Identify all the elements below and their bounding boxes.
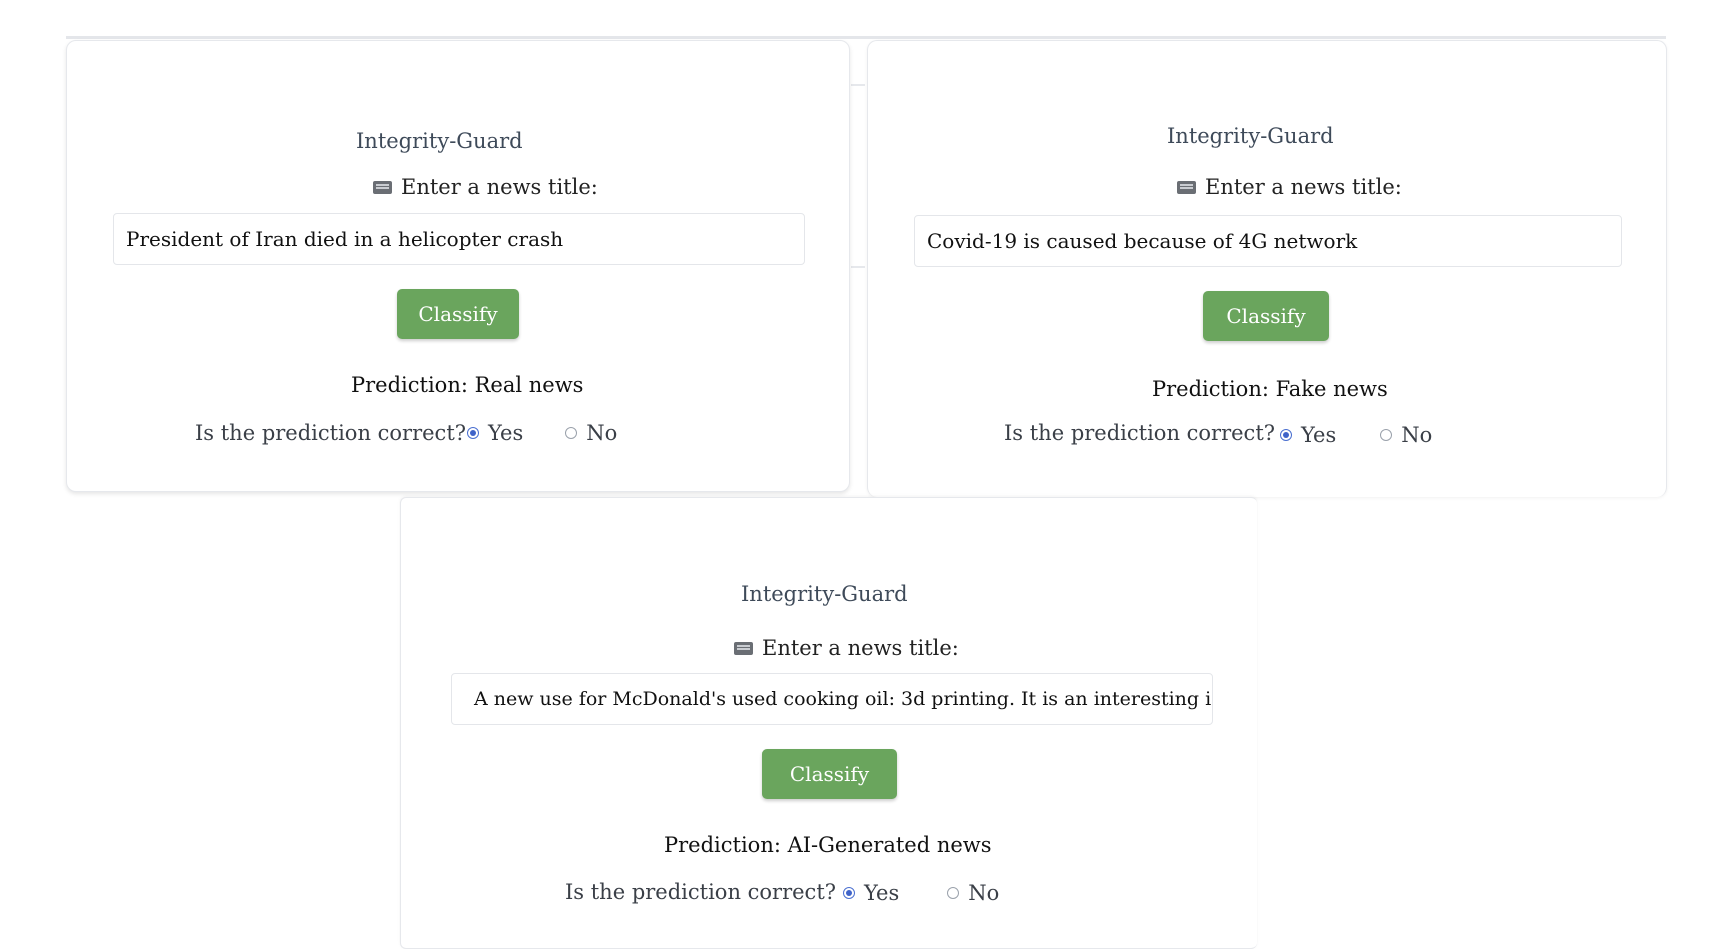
radio-yes-indicator[interactable] xyxy=(1280,429,1292,441)
radio-no-indicator[interactable] xyxy=(1380,429,1393,441)
radio-no-label: No xyxy=(586,421,618,445)
input-label: Enter a news title: xyxy=(734,636,959,660)
news-title-input[interactable]: President of Iran died in a helicopter c… xyxy=(113,213,805,265)
radio-no[interactable]: No xyxy=(1380,423,1432,447)
radio-no[interactable]: No xyxy=(947,881,999,905)
classify-button[interactable]: Classify xyxy=(762,749,897,799)
prediction-text: Prediction: Real news xyxy=(351,373,584,397)
keyboard-icon xyxy=(373,180,392,194)
prediction-text: Prediction: AI-Generated news xyxy=(664,833,992,857)
keyboard-icon xyxy=(1177,180,1196,194)
feedback-radio-group: Yes No xyxy=(843,881,999,905)
classifier-panel-real: Integrity-Guard Enter a news title: Pres… xyxy=(66,40,850,492)
news-title-input[interactable]: Covid-19 is caused because of 4G network xyxy=(914,215,1622,267)
input-label-text: Enter a news title: xyxy=(401,175,598,199)
panel-gap-divider xyxy=(851,84,865,268)
feedback-question: Is the prediction correct? xyxy=(565,880,837,904)
app-title: Integrity-Guard xyxy=(356,129,523,153)
prediction-text: Prediction: Fake news xyxy=(1152,377,1388,401)
radio-no-label: No xyxy=(1401,423,1433,447)
feedback-question: Is the prediction correct? xyxy=(195,421,467,445)
feedback-radio-group: Yes No xyxy=(1280,423,1432,447)
feedback-question: Is the prediction correct? xyxy=(1004,421,1276,445)
app-title: Integrity-Guard xyxy=(741,582,908,606)
radio-yes-indicator[interactable] xyxy=(467,427,479,439)
classify-button[interactable]: Classify xyxy=(397,289,519,339)
radio-yes[interactable]: Yes xyxy=(843,881,899,905)
input-label-text: Enter a news title: xyxy=(1205,175,1402,199)
top-divider xyxy=(66,36,1666,39)
feedback-radio-group: Yes No xyxy=(467,421,617,445)
radio-yes-label: Yes xyxy=(488,421,524,445)
radio-yes-label: Yes xyxy=(864,881,900,905)
radio-yes[interactable]: Yes xyxy=(467,421,523,445)
news-title-input[interactable]: A new use for McDonald's used cooking oi… xyxy=(451,673,1213,725)
radio-no-label: No xyxy=(968,881,1000,905)
classifier-panel-fake: Integrity-Guard Enter a news title: Covi… xyxy=(867,40,1667,497)
radio-yes-label: Yes xyxy=(1301,423,1337,447)
keyboard-icon xyxy=(734,641,753,655)
classifier-panel-ai: Integrity-Guard Enter a news title: A ne… xyxy=(400,497,1257,949)
radio-no-indicator[interactable] xyxy=(947,887,960,899)
radio-yes-indicator[interactable] xyxy=(843,887,855,899)
input-label: Enter a news title: xyxy=(373,175,598,199)
input-label: Enter a news title: xyxy=(1177,175,1402,199)
radio-no-indicator[interactable] xyxy=(565,427,578,439)
app-title: Integrity-Guard xyxy=(1167,124,1334,148)
classify-button[interactable]: Classify xyxy=(1203,291,1329,341)
radio-no[interactable]: No xyxy=(565,421,617,445)
radio-yes[interactable]: Yes xyxy=(1280,423,1336,447)
input-label-text: Enter a news title: xyxy=(762,636,959,660)
